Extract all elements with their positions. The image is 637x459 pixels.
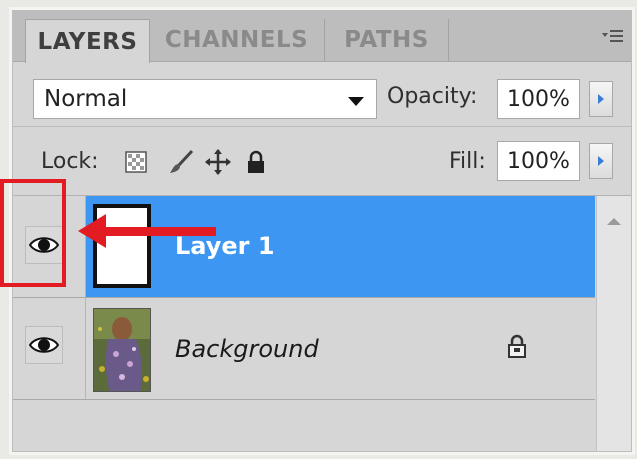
scroll-up-icon[interactable]	[607, 218, 621, 225]
background-thumbnail	[93, 308, 151, 392]
opacity-slider-button[interactable]	[589, 81, 613, 117]
lock-transparent-pixels-icon[interactable]	[123, 149, 149, 175]
triangle-right-icon	[598, 94, 604, 104]
triangle-right-icon	[598, 156, 604, 166]
opacity-label: Opacity:	[387, 84, 478, 109]
lock-image-pixels-icon[interactable]	[168, 149, 194, 175]
blend-opacity-row: Normal Opacity: 100%	[13, 62, 631, 127]
fill-input[interactable]: 100%	[497, 141, 580, 181]
lock-all-icon[interactable]	[243, 149, 269, 175]
tab-layers[interactable]: LAYERS	[25, 19, 150, 63]
lock-fill-row: Lock: Fill: 100%	[13, 127, 631, 196]
chevron-down-icon	[348, 97, 364, 106]
panel-tab-bar: LAYERS CHANNELS PATHS	[13, 11, 631, 63]
lock-position-icon[interactable]	[205, 149, 231, 175]
eye-icon	[29, 337, 59, 353]
visibility-toggle[interactable]	[25, 326, 63, 364]
tab-channels[interactable]: CHANNELS	[149, 19, 325, 61]
fill-slider-button[interactable]	[589, 143, 613, 179]
tab-paths[interactable]: PATHS	[325, 19, 449, 61]
photo-thumbnail-image	[94, 309, 150, 391]
lock-icon	[507, 334, 527, 362]
opacity-input[interactable]: 100%	[497, 79, 580, 119]
panel-menu-icon[interactable]	[601, 25, 625, 47]
annotation-highlight-box	[0, 179, 66, 287]
blend-mode-value: Normal	[44, 86, 128, 112]
layer-name[interactable]: Background	[175, 335, 319, 363]
layer-row-background[interactable]: Background	[13, 298, 595, 400]
lock-label: Lock:	[41, 149, 99, 174]
blend-mode-select[interactable]: Normal	[33, 79, 377, 119]
layers-scrollbar[interactable]	[596, 196, 631, 451]
visibility-cell	[13, 298, 86, 399]
annotation-arrow-icon	[78, 214, 216, 248]
fill-label: Fill:	[449, 149, 486, 174]
